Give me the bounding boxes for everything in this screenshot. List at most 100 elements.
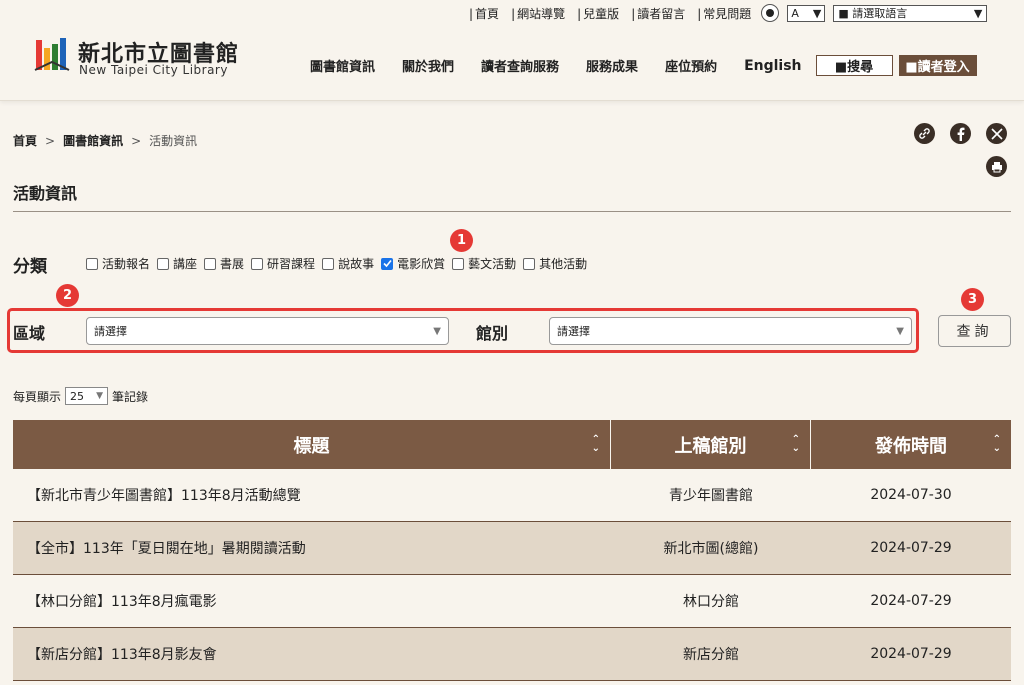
row-library: 青少年圖書館	[669, 488, 753, 504]
category-option-label: 其他活動	[539, 257, 588, 271]
region-select[interactable]: 請選擇 ▼	[86, 317, 449, 345]
category-label: 分類	[13, 257, 47, 277]
table-row: 【新店分館】113年8月影友會 新店分館 2024-07-29	[13, 628, 1011, 681]
language-select[interactable]: ■ 請選取語言 ▼	[833, 4, 988, 22]
chevron-down-icon: ▼	[812, 6, 822, 20]
breadcrumb-library-info[interactable]: 圖書館資訊	[63, 132, 123, 149]
column-header-label: 上稿館別	[674, 435, 747, 457]
utility-bar: 首頁 網站導覽 兒童版 讀者留言 常見問題 A ▼ ■ 請選取語言 ▼	[463, 4, 988, 22]
category-option-label: 講座	[173, 257, 198, 271]
table-header: 標題 ⌃ ⌄ 上稿館別 ⌃ ⌄ 發佈時間 ⌃ ⌄	[13, 420, 1011, 469]
nav-library-info[interactable]: 圖書館資訊	[310, 56, 375, 75]
category-option-film-screening[interactable]: 電影欣賞	[381, 255, 445, 272]
nav-about-us[interactable]: 關於我們	[402, 56, 454, 75]
link-icon[interactable]	[914, 123, 935, 144]
category-option-storytelling[interactable]: 說故事	[322, 255, 374, 272]
sort-icon[interactable]: ⌃ ⌄	[792, 435, 800, 454]
checkbox[interactable]	[86, 257, 98, 270]
row-date: 2024-07-29	[870, 646, 952, 662]
branch-label: 館別	[476, 324, 509, 343]
table-row: 【新北市青少年圖書館】113年8月活動總覽 青少年圖書館 2024-07-30	[13, 469, 1011, 522]
row-library: 林口分館	[683, 594, 739, 610]
check-icon	[383, 259, 392, 268]
per-page-control: 每頁顯示 25 ▼ 筆記錄	[13, 387, 148, 405]
checkbox[interactable]	[204, 257, 217, 270]
query-button[interactable]: 查詢	[938, 315, 1011, 347]
category-option-lecture[interactable]: 講座	[157, 255, 197, 272]
category-option-arts[interactable]: 藝文活動	[452, 255, 516, 272]
site-header: 首頁 網站導覽 兒童版 讀者留言 常見問題 A ▼ ■ 請選取語言 ▼ 新北市立…	[0, 0, 1024, 101]
row-title-link[interactable]: 【新店分館】113年8月影友會	[13, 644, 611, 664]
breadcrumb-home[interactable]: 首頁	[13, 132, 37, 149]
row-title-link[interactable]: 【全市】113年「夏日閱在地」暑期閱讀活動	[13, 538, 611, 558]
annotation-marker-1: 1	[450, 229, 473, 252]
category-checkbox-group: 活動報名 講座 書展 研習課程 說故事 電影欣賞 藝文活動 其他活動	[86, 255, 594, 272]
utility-link-feedback[interactable]: 讀者留言	[625, 5, 691, 22]
checkbox[interactable]	[452, 257, 465, 270]
utility-link-sitemap[interactable]: 網站導覽	[505, 5, 571, 22]
nav-english[interactable]: English	[744, 58, 801, 74]
annotation-marker-3: 3	[961, 288, 984, 311]
category-option-other[interactable]: 其他活動	[523, 255, 587, 272]
per-page-select[interactable]: 25 ▼	[65, 387, 109, 405]
category-option-label: 活動報名	[102, 257, 151, 271]
column-header-label: 發佈時間	[875, 435, 947, 457]
table-row: 【林口分館】113年8月瘋電影 林口分館 2024-07-29	[13, 575, 1011, 628]
font-size-value: A	[791, 6, 799, 20]
category-option-label: 說故事	[338, 257, 375, 271]
column-header-library[interactable]: 上稿館別 ⌃ ⌄	[611, 420, 811, 469]
category-option-label: 研習課程	[267, 257, 316, 271]
checkbox[interactable]	[523, 257, 536, 270]
chevron-down-icon: ▼	[896, 325, 904, 337]
checkbox[interactable]	[251, 257, 264, 270]
column-header-title[interactable]: 標題 ⌃ ⌄	[13, 420, 611, 469]
annotation-marker-2: 2	[56, 284, 79, 307]
per-page-suffix: 筆記錄	[112, 389, 149, 404]
checkbox-checked[interactable]	[381, 257, 394, 270]
category-option-book-exhibit[interactable]: 書展	[204, 255, 244, 272]
branch-select[interactable]: 請選擇 ▼	[549, 317, 912, 345]
sort-icon[interactable]: ⌃ ⌄	[592, 435, 600, 454]
per-page-prefix: 每頁顯示	[13, 389, 62, 404]
nav-seat-booking[interactable]: 座位預約	[665, 56, 717, 75]
font-size-select[interactable]: A ▼	[787, 4, 826, 22]
breadcrumb-separator: >	[45, 133, 56, 148]
utility-link-kids[interactable]: 兒童版	[571, 5, 625, 22]
sort-icon[interactable]: ⌃ ⌄	[993, 435, 1001, 454]
category-option-activity-signup[interactable]: 活動報名	[86, 255, 150, 272]
region-select-value: 請選擇	[94, 325, 127, 338]
row-title-link[interactable]: 【林口分館】113年8月瘋電影	[13, 591, 611, 611]
nav-reader-services[interactable]: 讀者查詢服務	[481, 56, 559, 75]
row-library: 新店分館	[683, 647, 739, 663]
facebook-icon[interactable]	[950, 123, 971, 144]
checkbox[interactable]	[322, 257, 335, 270]
category-option-label: 書展	[220, 257, 245, 271]
checkbox[interactable]	[157, 257, 170, 270]
category-option-workshop[interactable]: 研習課程	[251, 255, 315, 272]
utility-link-home[interactable]: 首頁	[463, 5, 505, 22]
search-button[interactable]: ■搜尋	[815, 55, 893, 76]
utility-link-faq[interactable]: 常見問題	[691, 5, 757, 22]
row-date: 2024-07-29	[870, 593, 952, 609]
region-label: 區域	[13, 324, 46, 343]
chevron-down-icon: ▼	[973, 6, 983, 20]
accessibility-eye-icon[interactable]	[761, 4, 780, 22]
logo-subtitle[interactable]: New Taipei City Library	[79, 63, 228, 77]
breadcrumb-separator: >	[131, 133, 142, 148]
print-icon[interactable]	[986, 156, 1007, 177]
library-logo-icon[interactable]	[34, 34, 70, 74]
column-header-date[interactable]: 發佈時間 ⌃ ⌄	[811, 420, 1011, 469]
reader-login-button[interactable]: ■讀者登入	[898, 55, 977, 76]
row-library: 新北市圖(總館)	[663, 541, 759, 557]
branch-select-value: 請選擇	[557, 325, 590, 338]
main-nav: 圖書館資訊 關於我們 讀者查詢服務 服務成果 座位預約 English ■搜尋 …	[310, 55, 977, 76]
breadcrumb: 首頁 > 圖書館資訊 > 活動資訊	[13, 132, 197, 149]
language-select-value: ■ 請選取語言	[838, 7, 908, 20]
row-title-link[interactable]: 【新北市青少年圖書館】113年8月活動總覽	[13, 485, 611, 505]
column-header-label: 標題	[293, 435, 330, 457]
page-title: 活動資訊	[13, 184, 78, 203]
table-row: 【全市】113年「夏日閱在地」暑期閱讀活動 新北市圖(總館) 2024-07-2…	[13, 522, 1011, 575]
x-icon[interactable]	[986, 123, 1007, 144]
nav-service-results[interactable]: 服務成果	[586, 56, 638, 75]
category-option-label: 電影欣賞	[397, 257, 446, 271]
